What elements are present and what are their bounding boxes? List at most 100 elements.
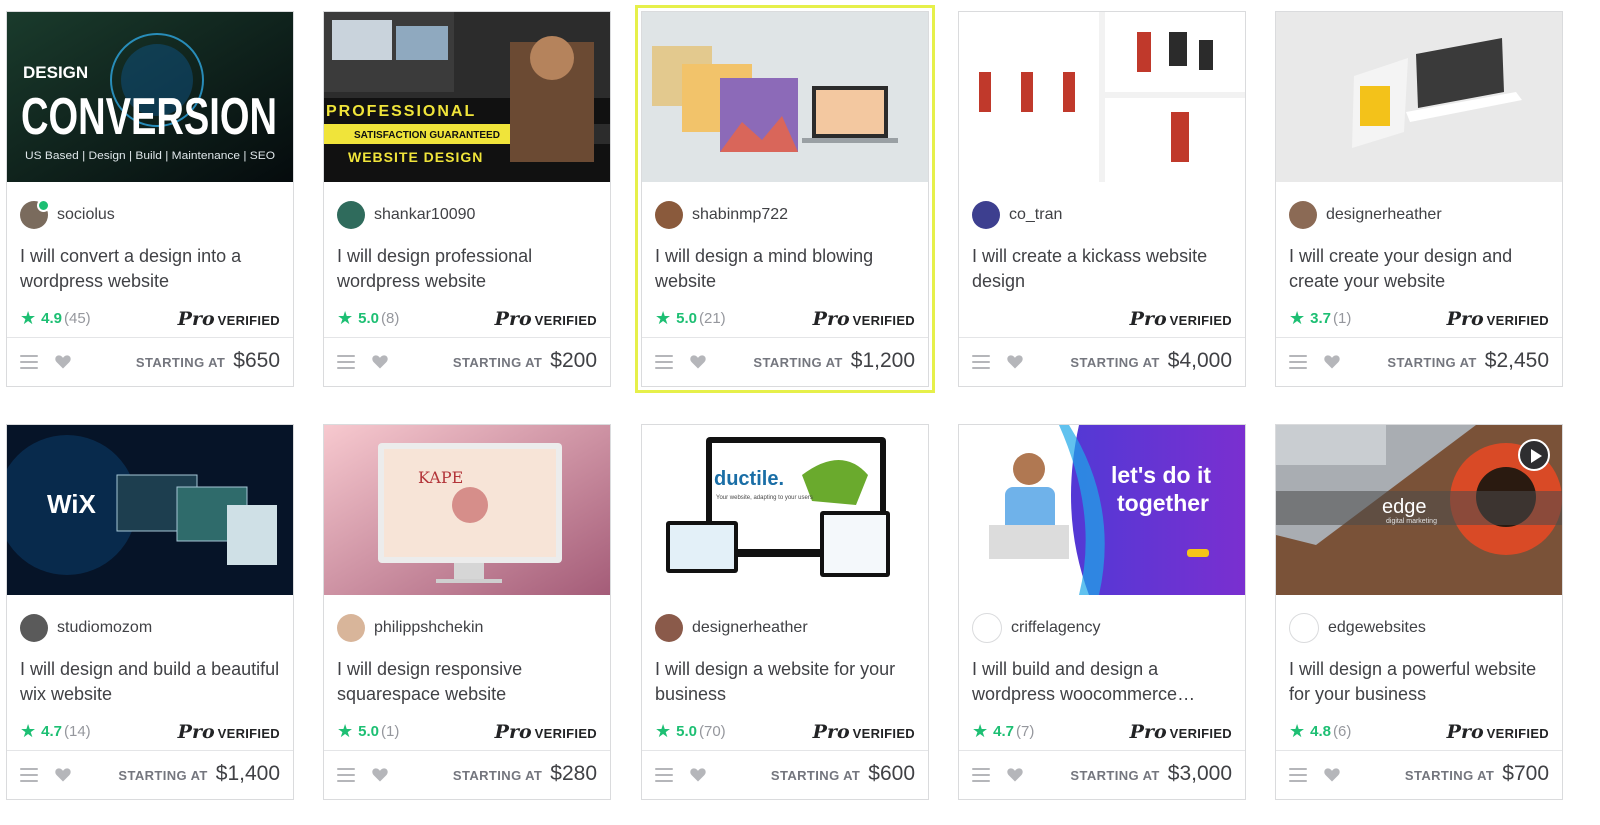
collections-menu-icon[interactable] [655,768,673,782]
pro-verified-badge[interactable]: Pro VERIFIED [1447,308,1549,330]
pro-verified-badge[interactable]: Pro VERIFIED [495,721,597,743]
heart-icon[interactable] [1322,351,1342,371]
seller-info[interactable]: co_tran [972,200,1062,230]
collections-menu-icon[interactable] [655,355,673,369]
seller-info[interactable]: designerheather [1289,200,1442,230]
price[interactable]: STARTING AT $3,000 [1070,762,1232,786]
heart-icon[interactable] [370,764,390,784]
avatar[interactable] [20,199,50,229]
gig-thumbnail[interactable]: WiX [7,425,293,595]
gig-title[interactable]: I will design responsive squarespace web… [337,657,599,707]
gig-card[interactable]: ductile. Your website, adapting to your … [641,424,929,800]
seller-info[interactable]: shankar10090 [337,200,475,230]
gig-card[interactable]: WiX studiomozom I will design and build a… [6,424,294,800]
seller-name[interactable]: shankar10090 [374,206,475,224]
gig-title[interactable]: I will build and design a wordpress wooc… [972,657,1234,707]
gig-thumbnail[interactable] [642,12,928,182]
avatar[interactable] [20,614,48,642]
pro-verified-badge[interactable]: Pro VERIFIED [178,308,280,330]
seller-info[interactable]: philippshchekin [337,613,483,643]
collections-menu-icon[interactable] [337,355,355,369]
gig-thumbnail[interactable] [1276,12,1562,182]
gig-thumbnail[interactable]: edge digital marketing [1276,425,1562,595]
seller-info[interactable]: shabinmp722 [655,200,788,230]
avatar[interactable] [337,614,365,642]
seller-info[interactable]: sociolus [20,199,115,230]
avatar[interactable] [972,613,1002,643]
seller-name[interactable]: sociolus [57,206,115,224]
collections-menu-icon[interactable] [20,355,38,369]
avatar[interactable] [337,201,365,229]
price[interactable]: STARTING AT $650 [136,349,280,373]
seller-name[interactable]: designerheather [1326,206,1442,224]
seller-name[interactable]: co_tran [1009,206,1062,224]
collections-menu-icon[interactable] [972,355,990,369]
pro-verified-badge[interactable]: Pro VERIFIED [813,721,915,743]
heart-icon[interactable] [1005,764,1025,784]
gig-title[interactable]: I will convert a design into a wordpress… [20,244,282,294]
gig-card[interactable]: shabinmp722 I will design a mind blowing … [635,5,935,393]
pro-verified-badge[interactable]: Pro VERIFIED [813,308,915,330]
gig-card[interactable]: designerheather I will create your design… [1275,11,1563,387]
gig-title[interactable]: I will design professional wordpress web… [337,244,599,294]
pro-verified-badge[interactable]: Pro VERIFIED [1130,308,1232,330]
heart-icon[interactable] [688,764,708,784]
seller-info[interactable]: designerheather [655,613,808,643]
gig-card[interactable]: KAPE philippshchekin I will design respon… [323,424,611,800]
gig-card[interactable]: DESIGN CONVERSION US Based | Design | Bu… [6,11,294,387]
gig-title[interactable]: I will design a powerful website for you… [1289,657,1551,707]
gig-thumbnail[interactable]: DESIGN CONVERSION US Based | Design | Bu… [7,12,293,182]
pro-verified-badge[interactable]: Pro VERIFIED [178,721,280,743]
price[interactable]: STARTING AT $2,450 [1387,349,1549,373]
heart-icon[interactable] [53,351,73,371]
price[interactable]: STARTING AT $1,400 [118,762,280,786]
gig-title[interactable]: I will create a kickass website design [972,244,1234,294]
collections-menu-icon[interactable] [1289,355,1307,369]
gig-thumbnail[interactable]: PROFESSIONAL SATISFACTION GUARANTEED WEB… [324,12,610,182]
heart-icon[interactable] [1322,764,1342,784]
collections-menu-icon[interactable] [1289,768,1307,782]
avatar[interactable] [655,614,683,642]
pro-verified-badge[interactable]: Pro VERIFIED [1447,721,1549,743]
price[interactable]: STARTING AT $4,000 [1070,349,1232,373]
collections-menu-icon[interactable] [20,768,38,782]
seller-info[interactable]: edgewebsites [1289,613,1426,643]
avatar[interactable] [972,201,1000,229]
gig-card[interactable]: PROFESSIONAL SATISFACTION GUARANTEED WEB… [323,11,611,387]
heart-icon[interactable] [53,764,73,784]
heart-icon[interactable] [688,351,708,371]
seller-name[interactable]: studiomozom [57,619,152,637]
price[interactable]: STARTING AT $280 [453,762,597,786]
collections-menu-icon[interactable] [972,768,990,782]
gig-thumbnail[interactable]: KAPE [324,425,610,595]
gig-title[interactable]: I will design a website for your busines… [655,657,917,707]
pro-verified-badge[interactable]: Pro VERIFIED [1130,721,1232,743]
pro-verified-badge[interactable]: Pro VERIFIED [495,308,597,330]
play-video-icon[interactable] [1518,439,1550,471]
seller-info[interactable]: studiomozom [20,613,152,643]
gig-title[interactable]: I will design and build a beautiful wix … [20,657,282,707]
avatar[interactable] [1289,201,1317,229]
gig-thumbnail[interactable]: ductile. Your website, adapting to your … [642,425,928,595]
seller-name[interactable]: designerheather [692,619,808,637]
seller-name[interactable]: shabinmp722 [692,206,788,224]
price[interactable]: STARTING AT $1,200 [753,349,915,373]
heart-icon[interactable] [370,351,390,371]
gig-card[interactable]: co_tran I will create a kickass website d… [958,11,1246,387]
gig-card[interactable]: let's do it together criffelagency I will… [958,424,1246,800]
seller-name[interactable]: edgewebsites [1328,619,1426,637]
seller-name[interactable]: criffelagency [1011,619,1101,637]
seller-info[interactable]: criffelagency [972,613,1101,643]
heart-icon[interactable] [1005,351,1025,371]
price[interactable]: STARTING AT $200 [453,349,597,373]
gig-thumbnail[interactable] [959,12,1245,182]
seller-name[interactable]: philippshchekin [374,619,483,637]
gig-card[interactable]: edge digital marketing edgewebsites I wil… [1275,424,1563,800]
collections-menu-icon[interactable] [337,768,355,782]
gig-title[interactable]: I will design a mind blowing website [655,244,917,294]
avatar[interactable] [1289,613,1319,643]
gig-thumbnail[interactable]: let's do it together [959,425,1245,595]
gig-title[interactable]: I will create your design and create you… [1289,244,1551,294]
avatar[interactable] [655,201,683,229]
price[interactable]: STARTING AT $600 [771,762,915,786]
